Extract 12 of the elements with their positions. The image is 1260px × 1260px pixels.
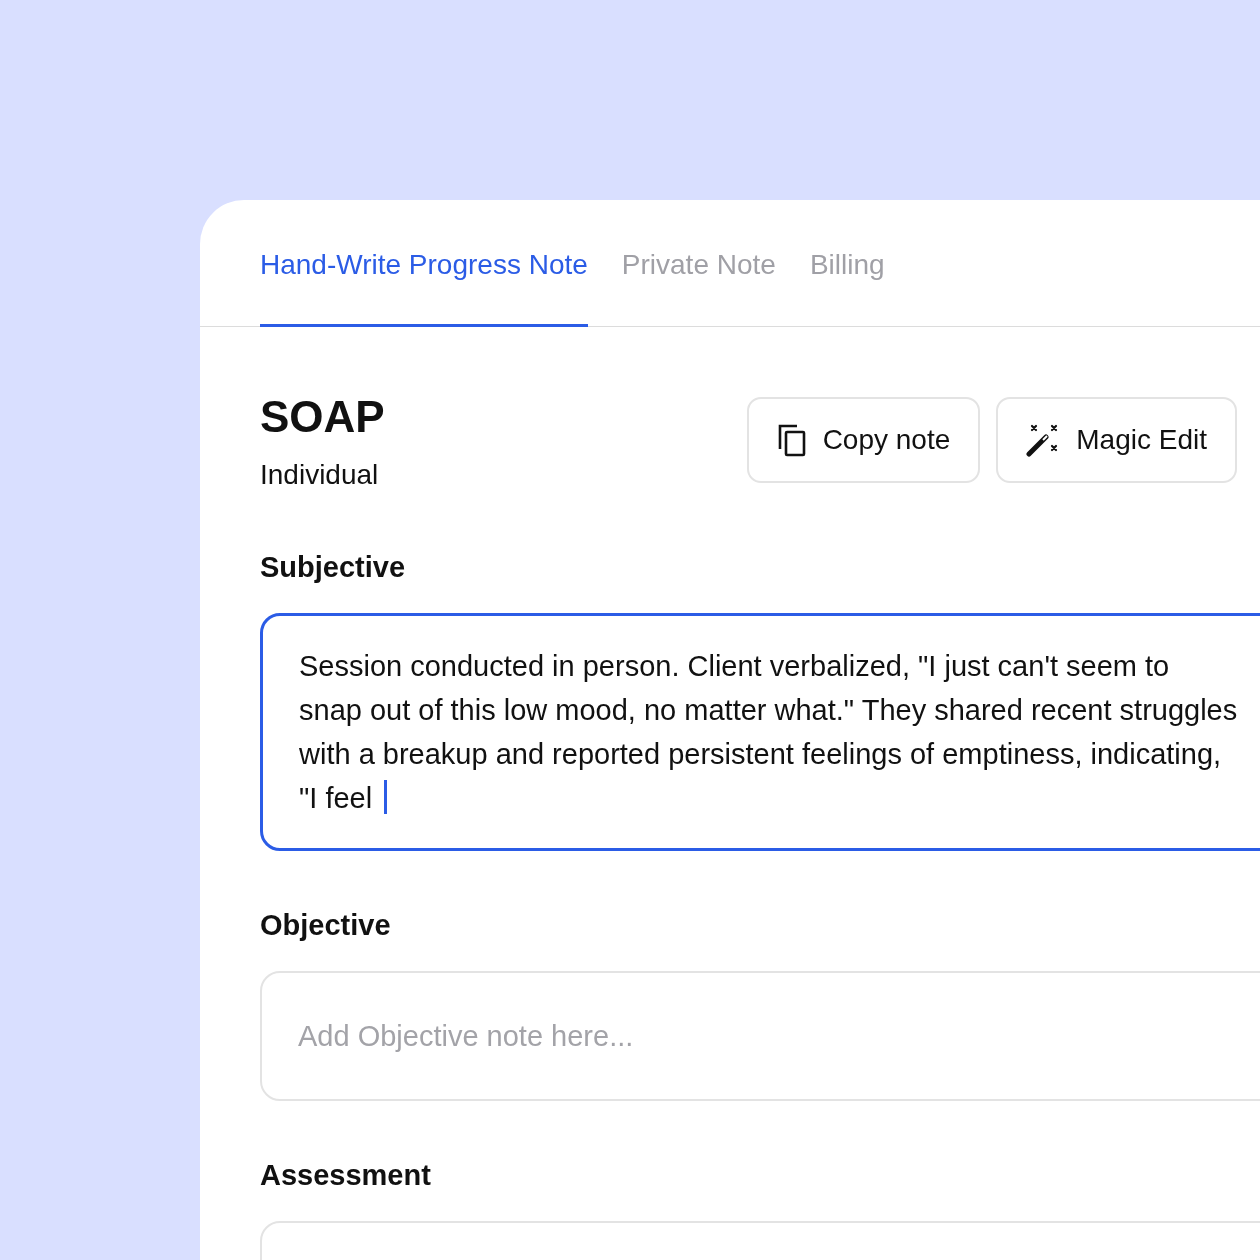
section-label: Subjective: [260, 550, 407, 585]
note-field[interactable]: Session conducted in person. Client verbalized, "I just can't seem to snap out of this low mood, no matter what." They shared recent struggles with a breakup and reported persistent feelings of emptiness, indicating, "I feel: [260, 613, 1260, 851]
copy-button[interactable]: Copy note: [746, 397, 981, 483]
text-cursor: [384, 780, 388, 814]
magic-edit-button[interactable]: Magic Edit: [996, 397, 1237, 483]
tab[interactable]: Hand-Write Progress Note: [260, 200, 588, 327]
section-label: Objective: [260, 908, 392, 943]
note-field[interactable]: Add Objective note here...: [260, 971, 1260, 1101]
note-title: SOAP: [260, 391, 385, 443]
note-type: Individual: [260, 458, 380, 492]
copy-icon: [776, 423, 807, 457]
section-label: Assessment: [260, 1158, 432, 1193]
